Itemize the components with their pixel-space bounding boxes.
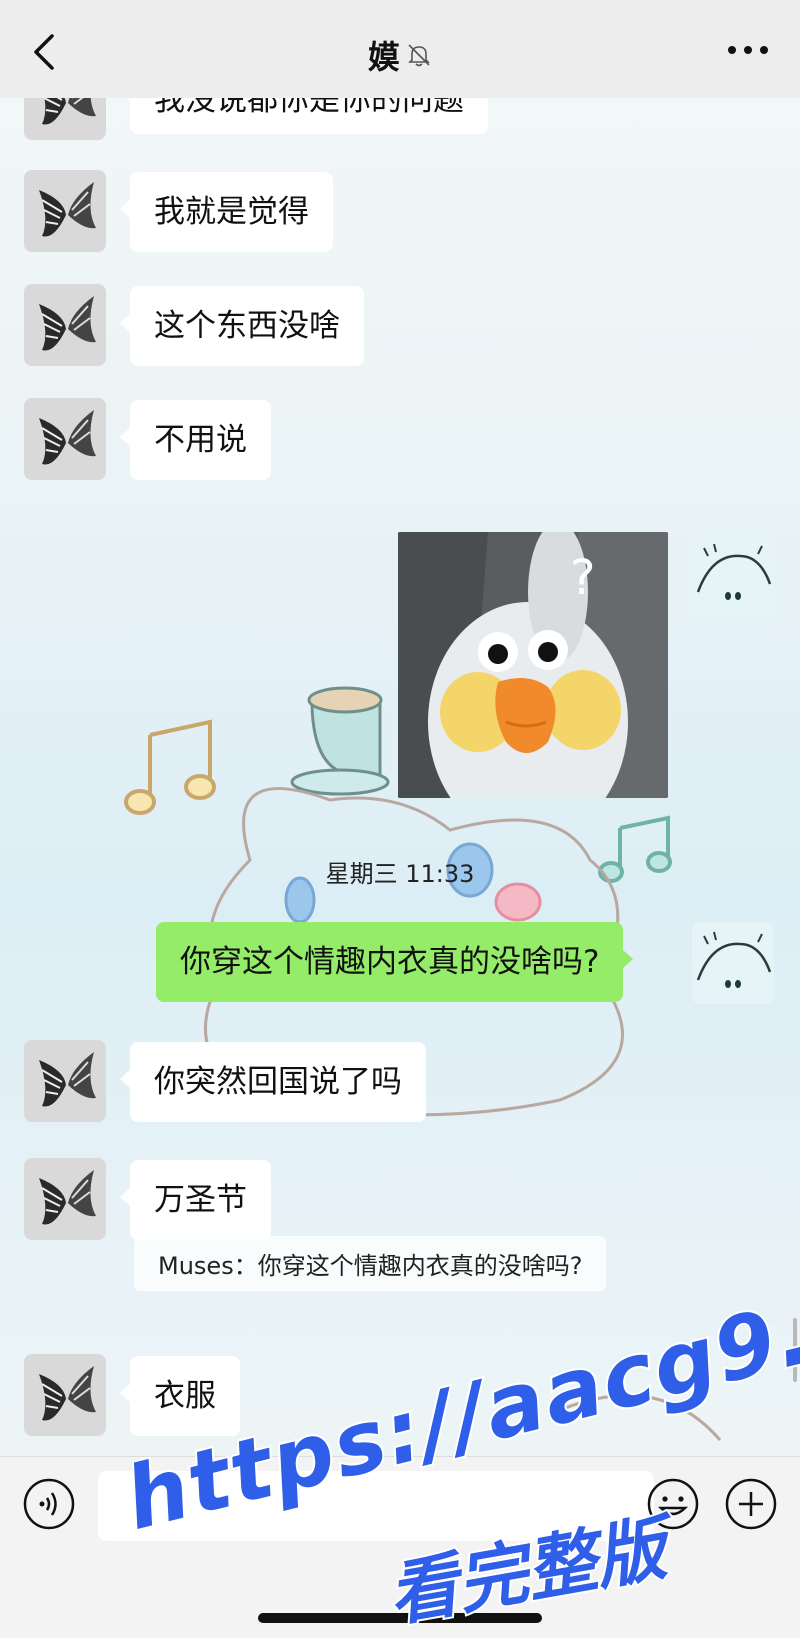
message-bubble[interactable]: 不用说 [120, 400, 271, 480]
message-bubble-outgoing[interactable]: 你穿这个情趣内衣真的没啥吗? [156, 922, 634, 1002]
bell-slash-icon [408, 44, 430, 67]
message-text: 你突然回国说了吗 [154, 1064, 402, 1100]
contact-name[interactable]: 嫫 [368, 32, 400, 78]
more-options-icon[interactable] [726, 40, 770, 60]
contact-avatar[interactable] [24, 1354, 106, 1436]
message-bubble[interactable]: 我就是觉得 [120, 172, 333, 252]
chat-header: 嫫 [0, 0, 800, 98]
message-text: 不用说 [154, 422, 247, 458]
svg-text:?: ? [570, 550, 595, 606]
teacup-icon [290, 686, 390, 796]
message-text: 这个东西没啥 [154, 308, 340, 344]
input-bar [0, 1456, 800, 1638]
message-text: 万圣节 [154, 1182, 247, 1218]
chat-screen: 嫫 我没说都你是你的问题 我就是觉得 这个东西没啥 不用说 ? 星期三 11:3… [0, 0, 800, 1638]
quote-author: Muses [158, 1252, 234, 1280]
contact-avatar[interactable] [24, 398, 106, 480]
plus-circle-icon[interactable] [724, 1477, 778, 1531]
butterfly-avatar-icon [24, 398, 106, 480]
ghost-avatar-icon [692, 922, 774, 1004]
contact-avatar[interactable] [24, 170, 106, 252]
scrollbar[interactable] [793, 1318, 797, 1382]
voice-icon[interactable] [22, 1477, 76, 1531]
quote-separator: ： [233, 1252, 258, 1280]
butterfly-avatar-icon [24, 284, 106, 366]
ghost-avatar-icon [692, 534, 774, 616]
message-text: 衣服 [154, 1378, 216, 1414]
contact-avatar[interactable] [24, 1158, 106, 1240]
message-input[interactable] [98, 1471, 654, 1541]
message-bubble[interactable]: 万圣节 [120, 1160, 271, 1240]
confused-duck-plush-sticker: ? [398, 532, 668, 798]
emoji-icon[interactable] [646, 1477, 700, 1531]
butterfly-avatar-icon [24, 1354, 106, 1436]
butterfly-avatar-icon [24, 170, 106, 252]
timestamp: 星期三 11:33 [325, 860, 475, 888]
butterfly-avatar-icon [24, 1040, 106, 1122]
message-text: 我就是觉得 [154, 194, 309, 230]
home-indicator[interactable] [258, 1613, 542, 1623]
chat-title: 嫫 [0, 32, 800, 78]
contact-avatar[interactable] [24, 284, 106, 366]
message-bubble[interactable]: 衣服 [120, 1356, 240, 1436]
quote-text: 你穿这个情趣内衣真的没啥吗? [257, 1252, 583, 1280]
quoted-message[interactable]: Muses：你穿这个情趣内衣真的没啥吗? [134, 1236, 607, 1291]
contact-avatar[interactable] [24, 1040, 106, 1122]
message-bubble[interactable]: 你突然回国说了吗 [120, 1042, 426, 1122]
butterfly-avatar-icon [24, 1158, 106, 1240]
my-avatar[interactable] [692, 534, 774, 616]
music-note-icon [124, 719, 216, 815]
my-avatar[interactable] [692, 922, 774, 1004]
message-text: 你穿这个情趣内衣真的没啥吗? [180, 944, 600, 980]
message-bubble[interactable]: 这个东西没啥 [120, 286, 364, 366]
duck-sticker-image[interactable]: ? [398, 532, 668, 798]
